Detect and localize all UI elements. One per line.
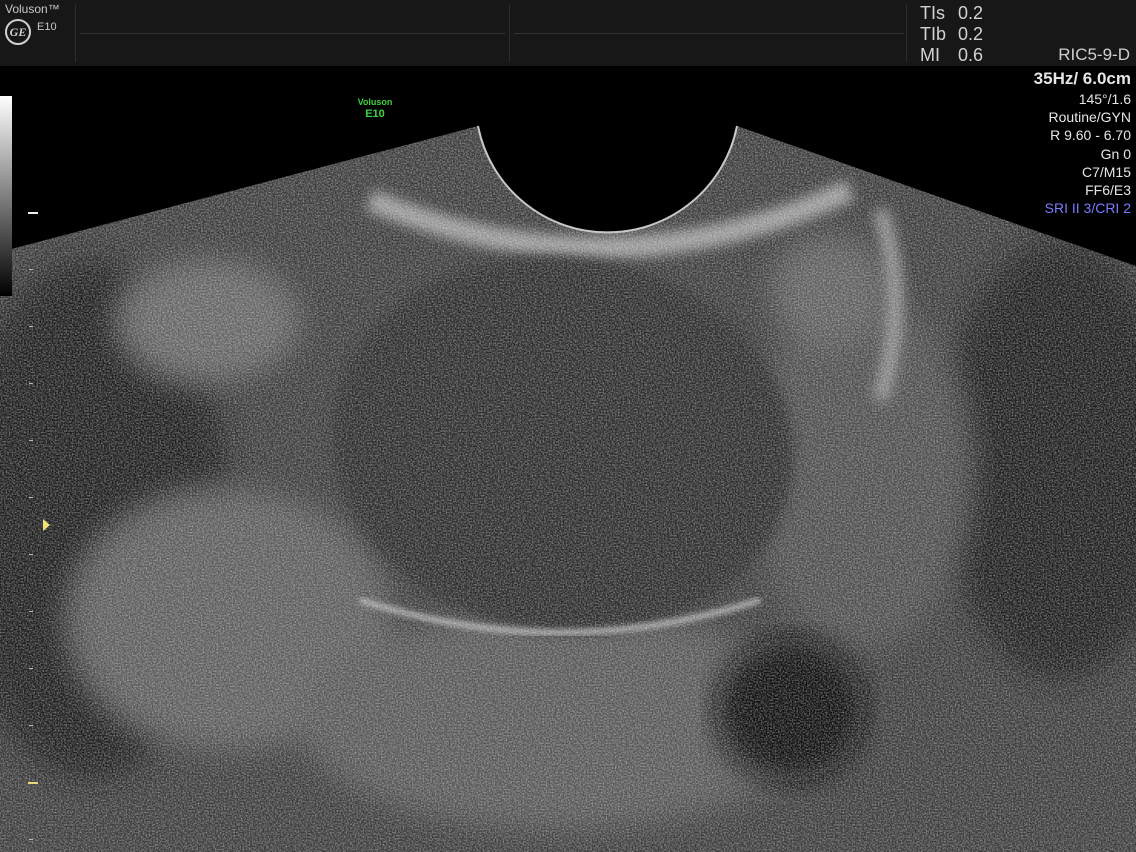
depth-tick: [29, 554, 33, 555]
frame-rate-depth: 35Hz/ 6.0cm: [1033, 69, 1131, 88]
gain-value: Gn 0: [1100, 145, 1131, 162]
frequency-value: R 9.60 - 6.70: [1050, 127, 1131, 144]
parameter-panel: 35Hz/ 6.0cm 145°/1.6 Routine/GYN R 9.60 …: [1034, 68, 1131, 217]
depth-tick: [29, 839, 33, 840]
watermark: Voluson E10: [343, 97, 407, 121]
depth-tick: [29, 440, 33, 441]
depth-tick: [29, 497, 33, 498]
ultrasound-sector: [0, 126, 1136, 852]
ultrasound-image: [0, 125, 1136, 852]
map-value: C7/M15: [1081, 163, 1131, 180]
depth-tick: [29, 668, 33, 669]
focus-marker-icon[interactable]: [43, 519, 50, 531]
watermark-brand: Voluson: [357, 97, 393, 107]
depth-tick-major: [28, 212, 38, 214]
depth-tick: [29, 611, 33, 612]
depth-tick: [29, 326, 33, 327]
preset-value: Routine/GYN: [1048, 109, 1131, 126]
depth-tick: [29, 383, 33, 384]
filter-value: FF6/E3: [1085, 182, 1131, 199]
depth-tick-major: [28, 782, 38, 784]
watermark-model: E10: [365, 108, 385, 120]
depth-tick: [29, 725, 33, 726]
depth-tick: [29, 269, 33, 270]
grayscale-bar: [0, 96, 12, 296]
angle-value: 145°/1.6: [1078, 91, 1131, 107]
sri-value: SRI II 3/CRI 2: [1044, 200, 1131, 217]
